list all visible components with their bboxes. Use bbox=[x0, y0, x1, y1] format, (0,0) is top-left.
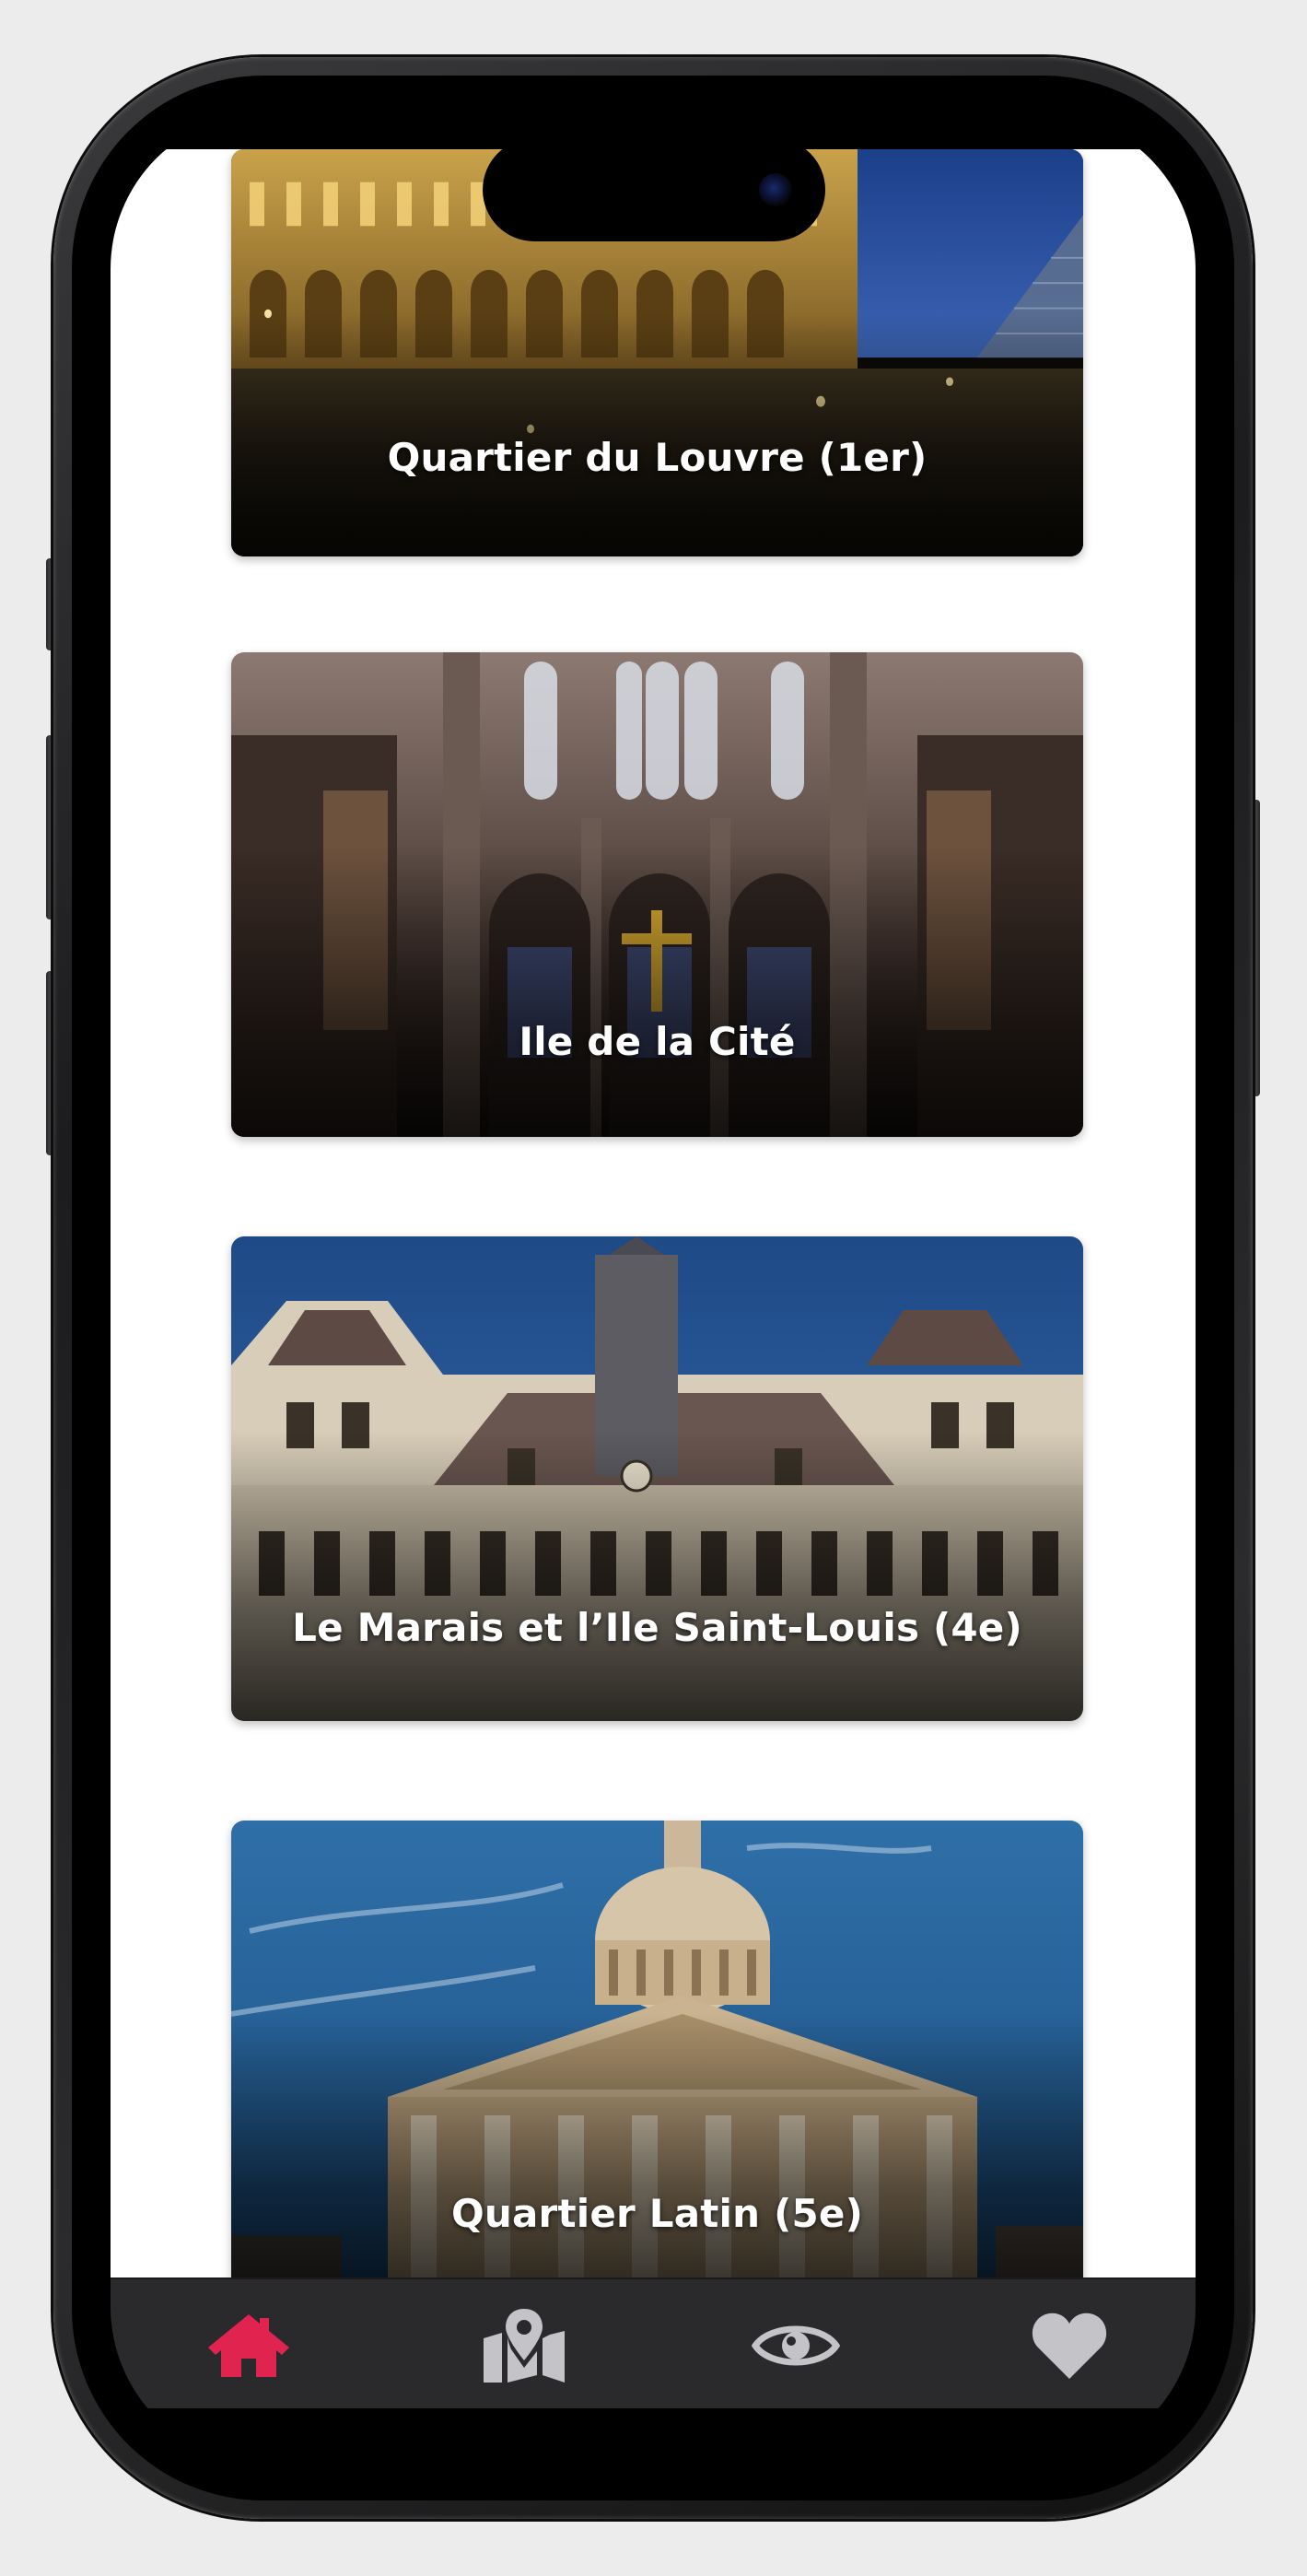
dynamic-island bbox=[483, 138, 825, 241]
camera-lens-icon bbox=[759, 173, 792, 206]
home-indicator-area bbox=[111, 2408, 1196, 2464]
neighborhood-card-title: Ile de la Cité bbox=[519, 1019, 796, 1064]
neighborhood-card-marais[interactable]: Le Marais et l’Ile Saint-Louis (4e) bbox=[231, 1236, 1083, 1721]
eye-icon bbox=[752, 2325, 840, 2366]
tab-map[interactable] bbox=[473, 2307, 575, 2384]
card-shade bbox=[231, 2014, 1083, 2277]
card-shade bbox=[231, 846, 1083, 1137]
phone-screen: Quartier du Louvre (1er) Ile de la Cité … bbox=[111, 112, 1196, 2464]
device-mockup: Quartier du Louvre (1er) Ile de la Cité … bbox=[0, 0, 1307, 2576]
neighborhood-card-title: Quartier Latin (5e) bbox=[451, 2191, 863, 2236]
neighborhood-card-title: Le Marais et l’Ile Saint-Louis (4e) bbox=[292, 1605, 1022, 1650]
tab-explore[interactable] bbox=[745, 2307, 846, 2384]
home-icon bbox=[208, 2314, 289, 2377]
map-location-icon bbox=[484, 2309, 565, 2383]
tab-home[interactable] bbox=[198, 2307, 299, 2384]
tab-favorites[interactable] bbox=[1019, 2307, 1120, 2384]
bottom-tab-bar bbox=[111, 2277, 1196, 2410]
neighborhood-card-quartier-latin[interactable]: Quartier Latin (5e) bbox=[231, 1821, 1083, 2277]
neighborhood-card-ile-de-la-cite[interactable]: Ile de la Cité bbox=[231, 652, 1083, 1137]
heart-icon bbox=[1032, 2313, 1107, 2379]
card-shade bbox=[231, 1430, 1083, 1721]
neighborhood-card-title: Quartier du Louvre (1er) bbox=[387, 435, 928, 480]
neighborhood-list[interactable]: Quartier du Louvre (1er) Ile de la Cité … bbox=[111, 149, 1196, 2277]
